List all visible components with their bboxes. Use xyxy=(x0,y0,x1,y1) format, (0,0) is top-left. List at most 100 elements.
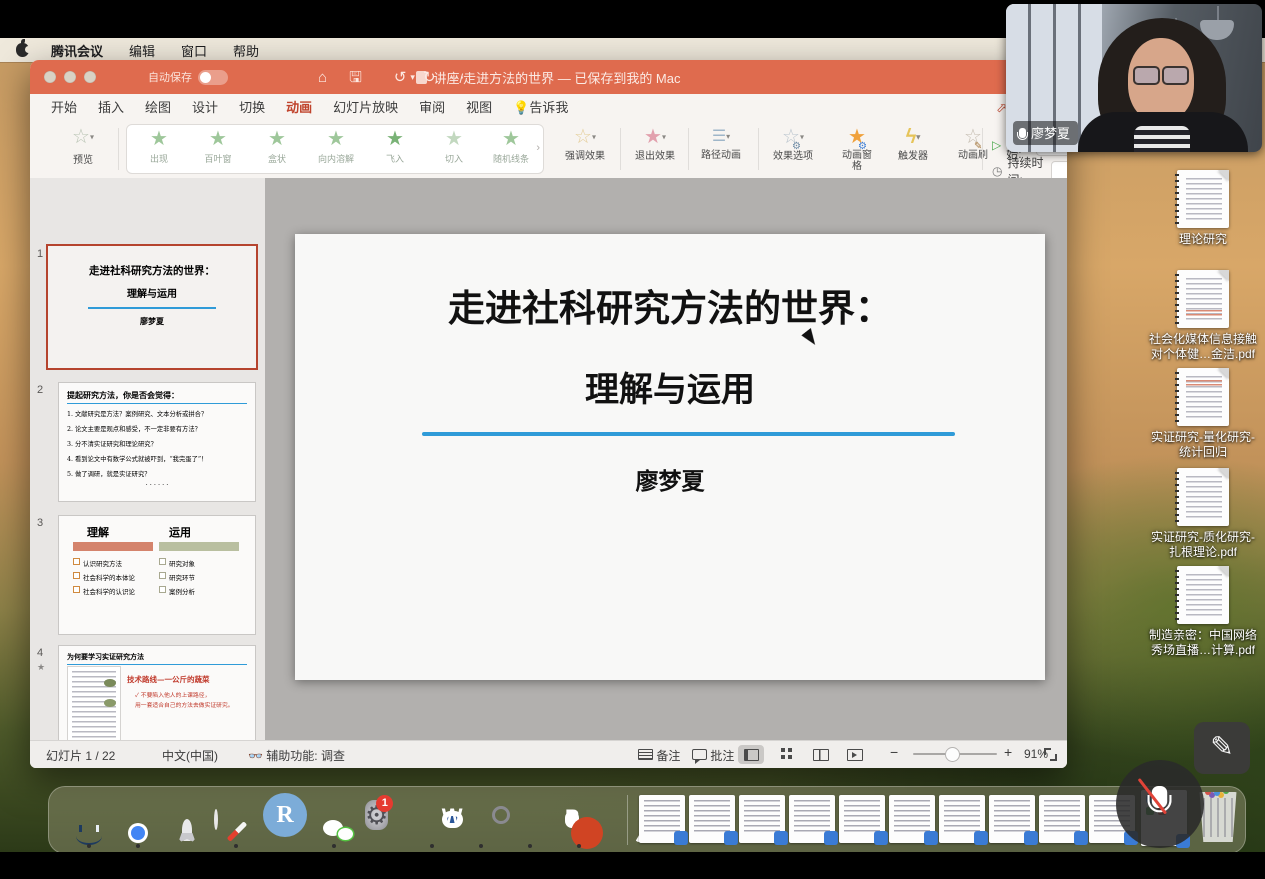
slide-sorter-button[interactable] xyxy=(774,745,800,764)
thumbnail-slide-1[interactable]: 走进社科研究方法的世界： 理解与运用 廖梦夏 xyxy=(46,244,258,370)
tab-draw[interactable]: 绘图 xyxy=(145,97,171,118)
slide-canvas[interactable]: 走进社科研究方法的世界： 理解与运用 廖梦夏 xyxy=(295,234,1045,680)
tab-design[interactable]: 设计 xyxy=(192,97,218,118)
effect-blinds[interactable]: ★百叶窗 xyxy=(190,128,246,165)
dock-document[interactable] xyxy=(1039,795,1085,843)
effect-fly-in[interactable]: ★飞入 xyxy=(367,128,423,165)
thumb3-item: 社会科学的本体论 xyxy=(83,575,135,582)
menu-window[interactable]: 窗口 xyxy=(181,41,207,60)
undo-icon[interactable]: ↺ xyxy=(394,70,407,85)
animation-star-indicator: ★ xyxy=(37,662,45,673)
effect-box[interactable]: ★盒状 xyxy=(249,128,305,165)
dock-document[interactable] xyxy=(839,795,885,843)
dock-document[interactable] xyxy=(689,795,735,843)
dock-document[interactable] xyxy=(739,795,785,843)
zoom-in-button[interactable]: + xyxy=(1004,744,1012,760)
zoom-slider-knob[interactable] xyxy=(945,747,960,762)
document-icon xyxy=(1177,270,1229,328)
presenter-glasses xyxy=(1133,66,1189,82)
participant-name-tag: 廖梦夏 xyxy=(1013,121,1078,145)
menu-app-name[interactable]: 腾讯会议 xyxy=(51,41,103,60)
tab-animations[interactable]: 动画 xyxy=(286,97,312,118)
rstudio-icon[interactable]: R xyxy=(263,793,307,837)
thumb2-heading: 提起研究方法，你是否会觉得： xyxy=(67,390,247,404)
tab-insert[interactable]: 插入 xyxy=(98,97,124,118)
slide-author: 廖梦夏 xyxy=(295,462,1045,496)
desktop-icon-qual-research-pdf[interactable]: 实证研究-质化研究-扎根理论.pdf xyxy=(1138,468,1265,560)
menu-edit[interactable]: 编辑 xyxy=(129,41,155,60)
effect-peek-in[interactable]: ★切入 xyxy=(426,128,482,165)
ribbon-tab-bar: 开始 插入 绘图 设计 切换 动画 幻灯片放映 审阅 视图 💡告诉我 ⬀共享 xyxy=(30,94,1067,121)
desktop-icon-livestream-pdf[interactable]: 制造亲密：中国网络秀场直播…计算.pdf xyxy=(1138,566,1265,658)
window-titlebar: 自动保存 ⌂ 🖫 ↺ ▾ ↻ ⋯ 讲座/走进方法的世界 — 已保存到我的 Mac xyxy=(30,60,1067,94)
trigger-button[interactable]: ϟ▾触发器 xyxy=(882,126,944,162)
dock-document[interactable] xyxy=(889,795,935,843)
thumb4-red-note: 用一套适合自己的方法去做实证研究。 xyxy=(135,700,234,709)
tab-slideshow[interactable]: 幻灯片放映 xyxy=(333,97,398,118)
effect-random-lines[interactable]: ★随机线条 xyxy=(483,128,539,165)
more-toolbar-icon[interactable]: ⋯ xyxy=(450,70,465,85)
tab-transitions[interactable]: 切换 xyxy=(239,97,265,118)
accessibility-status[interactable]: 👓 辅助功能: 调查 xyxy=(248,747,345,764)
tab-view[interactable]: 视图 xyxy=(466,97,492,118)
apple-menu-icon[interactable] xyxy=(16,43,29,57)
desktop-icon-quant-research-pdf[interactable]: 实证研究-量化研究-统计回归 xyxy=(1138,368,1265,460)
effect-dissolve-in[interactable]: ★向内溶解 xyxy=(308,128,364,165)
document-icon xyxy=(1177,566,1229,624)
thumbnail-slide-4[interactable]: 为何要学习实证研究方法 技术路线—一公斤的蔬菜 ✓ 不要陷入他人的上课路径， 用… xyxy=(58,645,256,740)
notes-button[interactable]: 备注 xyxy=(638,747,680,764)
undo-caret-icon[interactable]: ▾ xyxy=(410,73,415,82)
thumb1-subtitle: 理解与运用 xyxy=(48,285,256,300)
menu-help[interactable]: 帮助 xyxy=(233,41,259,60)
slideshow-button[interactable] xyxy=(842,745,868,764)
normal-view-button[interactable] xyxy=(738,745,764,764)
tab-review[interactable]: 审阅 xyxy=(419,97,445,118)
gallery-scroll-icon[interactable]: › xyxy=(536,142,540,154)
desktop-icon-social-media-pdf[interactable]: 社会化媒体信息接触对个体健…金洁.pdf xyxy=(1138,270,1265,362)
tab-tell-me[interactable]: 💡告诉我 xyxy=(513,97,568,118)
effect-appear[interactable]: ★出现 xyxy=(131,128,187,165)
zoom-out-button[interactable]: − xyxy=(890,744,898,760)
thumb3-col-right: 运用 xyxy=(169,524,191,540)
reading-view-button[interactable] xyxy=(808,745,834,764)
word-icon[interactable]: W xyxy=(442,811,463,828)
preview-button[interactable]: ☆▾ 预览 xyxy=(60,126,106,166)
thumb2-item: 3. 分不清实证研究和理论研究？ xyxy=(67,439,247,448)
language-indicator[interactable]: 中文(中国) xyxy=(162,747,218,764)
dock-document[interactable] xyxy=(789,795,835,843)
slide-editor-area: 走进社科研究方法的世界： 理解与运用 廖梦夏 xyxy=(265,178,1067,740)
dock-document[interactable] xyxy=(939,795,985,843)
tab-home[interactable]: 开始 xyxy=(51,97,77,118)
autosave-toggle[interactable] xyxy=(198,70,228,85)
minimize-button[interactable] xyxy=(64,71,76,83)
thumbnail-slide-2[interactable]: 提起研究方法，你是否会觉得： 1. 文献研究是方法？案例研究、文本分析或拼合？ … xyxy=(58,382,256,502)
document-icon xyxy=(1177,368,1229,426)
thumbnail-slide-3[interactable]: 理解 运用 认识研究方法 社会科学的本体论 社会科学的认识论 研究对象 研究环节… xyxy=(58,515,256,635)
dock-document[interactable] xyxy=(639,795,685,843)
desktop-icon-theory-research[interactable]: 理论研究 xyxy=(1138,170,1265,247)
comments-button[interactable]: 批注 xyxy=(692,747,734,764)
save-icon[interactable]: 🖫 xyxy=(349,70,362,85)
system-preferences-icon[interactable]: ⚙1 xyxy=(365,800,388,830)
autosave-control[interactable]: 自动保存 xyxy=(148,69,228,85)
fullscreen-icon[interactable] xyxy=(1044,748,1057,761)
dock-document[interactable] xyxy=(989,795,1035,843)
redo-icon[interactable]: ↻ xyxy=(423,70,436,85)
animation-pane-button[interactable]: ★⚙动画窗格 xyxy=(826,126,888,172)
muted-microphone-overlay[interactable] xyxy=(1116,760,1204,848)
emphasis-effect-button[interactable]: ☆▾强调效果 xyxy=(554,126,616,162)
motion-path-button[interactable]: ☰▾路径动画 xyxy=(690,126,752,161)
zoom-slider[interactable] xyxy=(913,753,997,755)
exit-effect-button[interactable]: ★▾退出效果 xyxy=(624,126,686,162)
thumb1-title: 走进社科研究方法的世界： xyxy=(48,263,256,278)
close-button[interactable] xyxy=(44,71,56,83)
annotation-pencil-button[interactable]: ✎ xyxy=(1194,722,1250,774)
effect-options-button[interactable]: ☆⚙▾效果选项 xyxy=(762,126,824,162)
slide-subtitle: 理解与运用 xyxy=(295,362,1045,411)
thumb2-ellipsis: · · · · · · xyxy=(59,481,255,489)
clock-icon: ◷ xyxy=(992,164,1002,178)
zoom-button[interactable] xyxy=(84,71,96,83)
powerpoint-icon[interactable]: P xyxy=(565,811,579,828)
home-icon[interactable]: ⌂ xyxy=(318,70,327,85)
safari-icon[interactable] xyxy=(214,809,218,830)
